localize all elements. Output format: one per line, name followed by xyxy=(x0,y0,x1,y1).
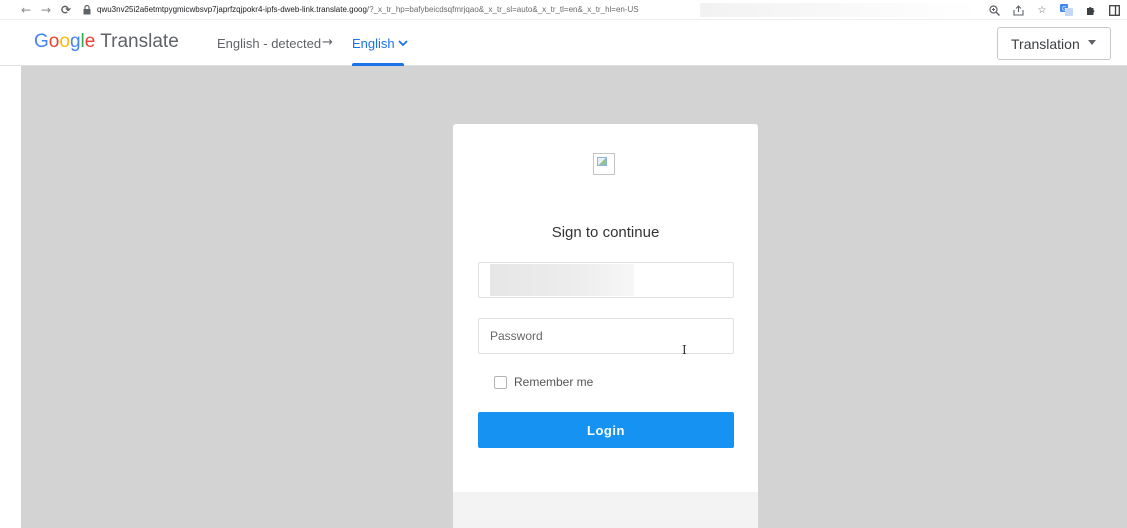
forward-arrow-icon[interactable]: → xyxy=(38,2,54,18)
browser-toolbar: ← → ⟳ qwu3nv25i2a6etmtpygmicwbsvp7japrfz… xyxy=(0,0,1127,20)
address-bar[interactable]: qwu3nv25i2a6etmtpygmicwbsvp7japrfzqjpokr… xyxy=(97,5,717,14)
translate-header: Google Translate English - detected → En… xyxy=(0,20,1127,66)
lock-icon[interactable] xyxy=(82,4,92,16)
extensions-icon[interactable] xyxy=(1083,3,1097,17)
zoom-icon[interactable] xyxy=(987,3,1001,17)
remember-me-label: Remember me xyxy=(514,375,594,389)
view-select[interactable]: Translation xyxy=(997,27,1111,60)
logo-letter: o xyxy=(59,31,70,52)
dropdown-caret-icon xyxy=(1088,40,1096,45)
google-translate-logo[interactable]: Google Translate xyxy=(34,31,179,53)
logo-word: Translate xyxy=(100,31,179,52)
url-query: /?_x_tr_hp=bafybeicdsqfmrjqao&_x_tr_sl=a… xyxy=(366,5,639,14)
logo-letter: G xyxy=(34,31,49,52)
login-card-footer xyxy=(453,492,758,528)
star-icon[interactable]: ☆ xyxy=(1035,3,1049,17)
password-field[interactable] xyxy=(478,318,734,354)
translate-icon[interactable]: G xyxy=(1059,3,1073,17)
address-bar-fade xyxy=(700,3,980,17)
chevron-down-icon xyxy=(398,40,408,47)
browser-actions: ☆ G xyxy=(987,2,1121,18)
email-field[interactable] xyxy=(478,262,734,298)
language-arrow-icon: → xyxy=(322,35,333,50)
login-title: Sign to continue xyxy=(551,224,660,241)
remember-me[interactable]: Remember me xyxy=(494,375,593,389)
login-button[interactable]: Login xyxy=(478,412,734,448)
source-language[interactable]: English - detected xyxy=(217,36,321,51)
share-icon[interactable] xyxy=(1011,3,1025,17)
redacted-email-value xyxy=(490,264,634,296)
reload-icon[interactable]: ⟳ xyxy=(58,2,74,18)
target-language-tab[interactable]: English xyxy=(352,36,408,51)
logo-letter: g xyxy=(69,31,81,52)
target-language-label: English xyxy=(352,36,395,51)
logo-letter: o xyxy=(48,31,60,52)
password-input[interactable] xyxy=(479,319,733,353)
logo-letter: e xyxy=(84,31,96,52)
broken-image-icon xyxy=(593,153,615,175)
view-select-value: Translation xyxy=(1011,35,1080,52)
text-cursor-icon: I xyxy=(682,343,687,357)
sidepanel-icon[interactable] xyxy=(1107,3,1121,17)
back-arrow-icon[interactable]: ← xyxy=(18,2,34,18)
svg-text:G: G xyxy=(1062,7,1067,13)
url-host: qwu3nv25i2a6etmtpygmicwbsvp7japrfzqjpokr… xyxy=(97,5,367,14)
remember-me-checkbox[interactable] xyxy=(494,375,507,389)
